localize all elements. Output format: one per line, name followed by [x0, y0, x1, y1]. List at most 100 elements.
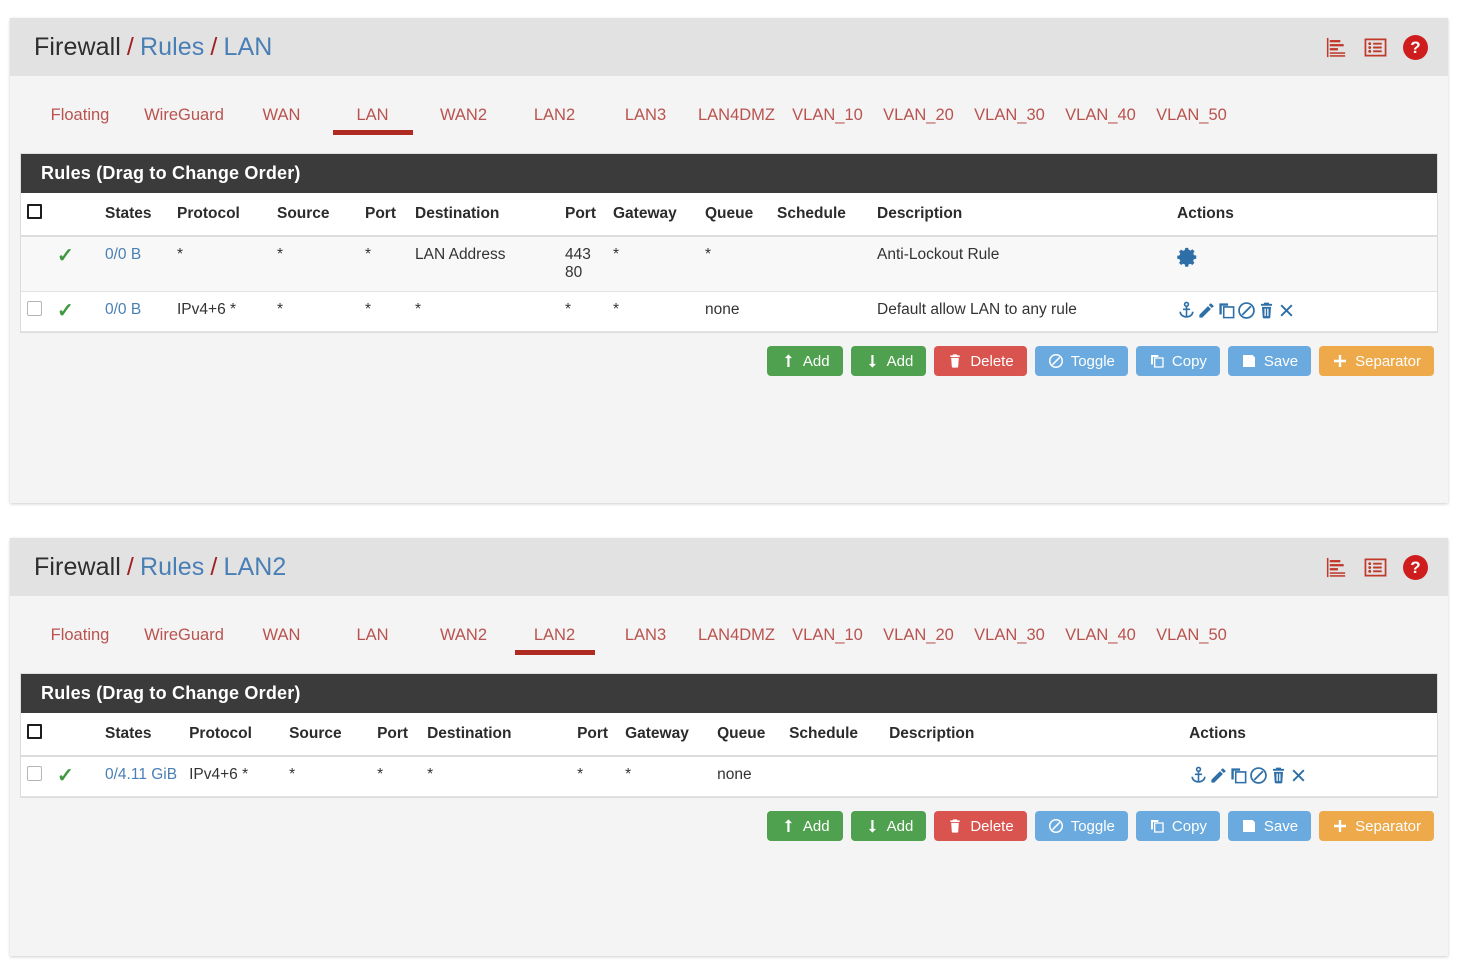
tab-wan[interactable]: WAN	[236, 616, 327, 659]
protocol-cell-text: *	[177, 246, 184, 263]
tab-lan4dmz[interactable]: LAN4DMZ	[691, 96, 782, 139]
tab-vlan_20[interactable]: VLAN_20	[873, 96, 964, 139]
tab-lan2[interactable]: LAN2	[509, 96, 600, 139]
tab-lan4dmz[interactable]: LAN4DMZ	[691, 616, 782, 659]
destination-cell-text: *	[427, 766, 434, 783]
ban-toggle-icon[interactable]	[1249, 766, 1268, 785]
select-all-checkbox[interactable]	[21, 193, 51, 237]
schedule-cell	[783, 756, 884, 797]
queue-cell-text: none	[705, 301, 740, 318]
table-row[interactable]: ✓ 0/0 B * * * LAN Address 443 80 * * Anti-Lockout…	[21, 236, 1437, 292]
delete-button[interactable]: Delete	[934, 346, 1027, 376]
list-icon[interactable]	[1364, 556, 1387, 579]
add-button-down[interactable]: Add	[850, 346, 927, 376]
states-cell[interactable]: 0/4.11 GiB	[99, 756, 184, 797]
copy-icon[interactable]	[1229, 766, 1248, 785]
copy-button[interactable]: Copy	[1135, 346, 1220, 376]
tab-vlan_40[interactable]: VLAN_40	[1055, 96, 1146, 139]
breadcrumb-interface-link[interactable]: LAN	[223, 33, 272, 61]
panel-header-bar: Firewall / Rules / LAN?	[10, 18, 1448, 76]
row-select-checkbox-box[interactable]	[27, 301, 42, 316]
column-header-description: Description	[883, 713, 1184, 757]
tab-wan2[interactable]: WAN2	[418, 616, 509, 659]
list-icon[interactable]	[1364, 36, 1387, 59]
tab-vlan_10[interactable]: VLAN_10	[782, 616, 873, 659]
add-button-up[interactable]: Add	[766, 346, 843, 376]
button-label: Add	[802, 352, 830, 370]
protocol-cell: IPv4+6 *	[171, 291, 271, 332]
breadcrumb-rules-link[interactable]: Rules	[140, 553, 204, 581]
states-cell-text[interactable]: 0/4.11 GiB	[105, 766, 177, 783]
edit-pencil-icon[interactable]	[1209, 766, 1228, 785]
anchor-icon[interactable]	[1177, 301, 1196, 320]
button-label: Delete	[970, 352, 1014, 370]
source-port-cell-text: *	[377, 766, 384, 783]
row-select-checkbox[interactable]	[21, 291, 51, 332]
tab-vlan_50[interactable]: VLAN_50	[1146, 616, 1237, 659]
help-icon[interactable]: ?	[1403, 34, 1428, 60]
tab-lan3[interactable]: LAN3	[600, 616, 691, 659]
tab-floating[interactable]: Floating	[28, 616, 132, 659]
trash-delete-icon[interactable]	[1269, 766, 1288, 785]
select-all-checkbox-box[interactable]	[27, 724, 42, 739]
toggle-button[interactable]: Toggle	[1034, 811, 1128, 841]
select-all-checkbox[interactable]	[21, 713, 51, 757]
table-row[interactable]: ✓ 0/0 B IPv4+6 * * * * * * none Default allow LAN…	[21, 291, 1437, 332]
button-label: Copy	[1171, 817, 1207, 835]
anchor-icon[interactable]	[1189, 766, 1208, 785]
ban-toggle-icon[interactable]	[1237, 301, 1256, 320]
button-label: Add	[886, 817, 914, 835]
save-button[interactable]: Save	[1227, 811, 1312, 841]
tab-vlan_20[interactable]: VLAN_20	[873, 616, 964, 659]
align-left-chart-icon[interactable]	[1325, 36, 1348, 59]
states-cell-text[interactable]: 0/0 B	[105, 246, 141, 263]
queue-cell: *	[699, 236, 771, 292]
row-select-checkbox-box[interactable]	[27, 766, 42, 781]
save-button[interactable]: Save	[1227, 346, 1312, 376]
add-button-up[interactable]: Add	[766, 811, 843, 841]
help-icon[interactable]: ?	[1403, 554, 1428, 580]
tab-floating[interactable]: Floating	[28, 96, 132, 139]
close-x-icon[interactable]	[1289, 766, 1308, 785]
tab-wireguard[interactable]: WireGuard	[132, 96, 236, 139]
breadcrumb-interface-link[interactable]: LAN2	[223, 553, 286, 581]
tab-vlan_10[interactable]: VLAN_10	[782, 96, 873, 139]
toggle-button[interactable]: Toggle	[1034, 346, 1128, 376]
gear-icon[interactable]	[1177, 246, 1199, 268]
edit-pencil-icon[interactable]	[1197, 301, 1216, 320]
row-select-checkbox[interactable]	[21, 756, 51, 797]
select-all-checkbox-box[interactable]	[27, 204, 42, 219]
tab-wan2[interactable]: WAN2	[418, 96, 509, 139]
copy-icon[interactable]	[1217, 301, 1236, 320]
arrow-up-icon	[780, 818, 796, 834]
destination-port-cell-text: *	[565, 301, 572, 318]
tab-lan2[interactable]: LAN2	[509, 616, 600, 659]
separator-button[interactable]: Separator	[1319, 346, 1434, 376]
separator-button[interactable]: Separator	[1319, 811, 1434, 841]
tab-lan[interactable]: LAN	[327, 616, 418, 659]
close-x-icon[interactable]	[1277, 301, 1296, 320]
add-button-down[interactable]: Add	[850, 811, 927, 841]
breadcrumb-rules-link[interactable]: Rules	[140, 33, 204, 61]
tab-vlan_40[interactable]: VLAN_40	[1055, 616, 1146, 659]
tab-vlan_50[interactable]: VLAN_50	[1146, 96, 1237, 139]
table-row[interactable]: ✓ 0/4.11 GiB IPv4+6 * * * * * * none	[21, 756, 1437, 797]
trash-delete-icon[interactable]	[1257, 301, 1276, 320]
states-cell-text[interactable]: 0/0 B	[105, 301, 141, 318]
tab-vlan_30[interactable]: VLAN_30	[964, 616, 1055, 659]
tab-wan[interactable]: WAN	[236, 96, 327, 139]
tab-lan[interactable]: LAN	[327, 96, 418, 139]
tab-lan3[interactable]: LAN3	[600, 96, 691, 139]
tab-wireguard[interactable]: WireGuard	[132, 616, 236, 659]
header-icon-group: ?	[1325, 554, 1428, 580]
column-header-port: Port	[359, 193, 409, 237]
states-cell[interactable]: 0/0 B	[99, 291, 171, 332]
align-left-chart-icon[interactable]	[1325, 556, 1348, 579]
row-select-checkbox[interactable]	[21, 236, 51, 292]
source-cell: *	[271, 291, 359, 332]
copy-button[interactable]: Copy	[1135, 811, 1220, 841]
arrow-up-icon	[780, 353, 796, 369]
delete-button[interactable]: Delete	[934, 811, 1027, 841]
states-cell[interactable]: 0/0 B	[99, 236, 171, 292]
tab-vlan_30[interactable]: VLAN_30	[964, 96, 1055, 139]
